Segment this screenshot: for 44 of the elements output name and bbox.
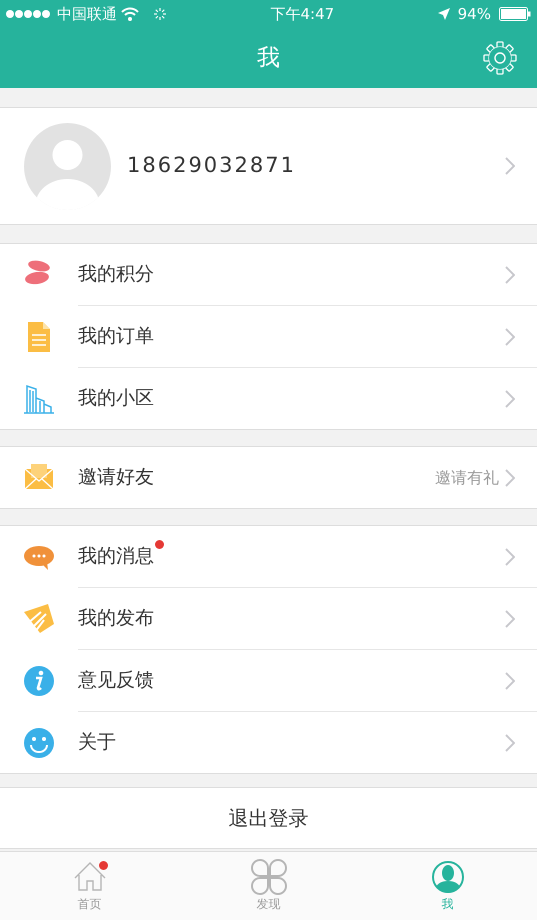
profile-card[interactable]: 18629032871 [0, 107, 537, 225]
location-icon [438, 8, 450, 20]
menu-item[interactable]: 我的发布 [0, 588, 537, 649]
chevron-icon [505, 468, 515, 486]
arrow-icon [22, 602, 56, 636]
menu-value: 邀请有礼 [435, 466, 499, 488]
menu-label: 我的消息 [78, 542, 154, 571]
menu-item[interactable]: 我的积分 [0, 244, 537, 305]
menu-item[interactable]: 我的小区 [0, 368, 537, 429]
chevron-icon [505, 328, 515, 346]
menu-label: 意见反馈 [78, 668, 154, 694]
logout-button[interactable]: 退出登录 [0, 787, 537, 849]
battery-percent: 94% [458, 4, 491, 25]
chevron-icon [505, 266, 515, 284]
chevron-icon [505, 672, 515, 690]
menu-item[interactable]: 意见反馈 [0, 650, 537, 711]
settings-icon[interactable] [483, 41, 517, 75]
chevron-icon [505, 610, 515, 628]
clover-icon [250, 859, 286, 895]
chevron-icon [505, 157, 515, 175]
info-icon [22, 664, 56, 698]
smiley-icon [22, 726, 56, 760]
user-icon [430, 859, 466, 895]
page-title: 我 [257, 44, 280, 73]
menu-label: 关于 [78, 730, 116, 756]
menu-item[interactable]: 我的订单 [0, 306, 537, 367]
chevron-icon [505, 734, 515, 752]
wifi-icon [121, 7, 139, 21]
phone-number: 18629032871 [127, 152, 297, 180]
menu-item[interactable]: 邀请好友 邀请有礼 [0, 447, 537, 508]
carrier-name: 中国联通 [57, 4, 117, 25]
battery-icon [498, 7, 531, 21]
menu-label: 我的小区 [78, 386, 154, 412]
clock: 下午4:47 [269, 4, 336, 25]
chevron-icon [505, 548, 515, 566]
menu-item[interactable]: 关于 [0, 712, 537, 773]
menu-label: 我的订单 [78, 324, 154, 350]
menu-label: 我的积分 [78, 262, 154, 288]
menu-label: 邀请好友 [78, 465, 154, 490]
spinner-icon [153, 7, 167, 21]
menu-label: 我的发布 [78, 606, 154, 632]
chevron-icon [505, 390, 515, 408]
signal-icon [6, 9, 53, 19]
menu-item[interactable]: 我的消息 [0, 526, 537, 587]
